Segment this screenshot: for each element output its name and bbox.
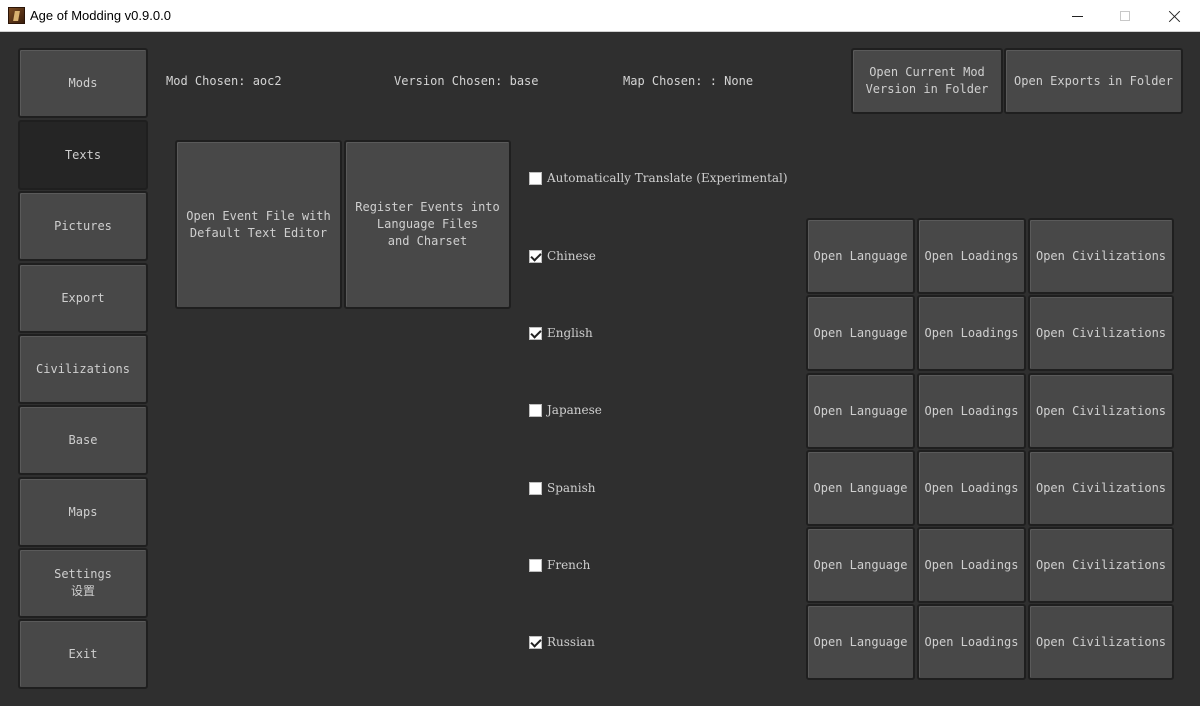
register-events-button[interactable]: Register Events into Language Files and … (344, 140, 511, 309)
sidebar-item-texts[interactable]: Texts (18, 120, 148, 190)
open-civilizations-button[interactable]: Open Civilizations (1028, 527, 1174, 603)
window-title: Age of Modding v0.9.0.0 (30, 8, 171, 23)
language-label: Chinese (547, 249, 596, 263)
language-row-japanese[interactable]: Japanese (529, 403, 602, 417)
auto-translate-label: Automatically Translate (Experimental) (547, 171, 788, 185)
open-language-button[interactable]: Open Language (806, 218, 915, 294)
language-label: Spanish (547, 481, 596, 495)
app-icon (8, 7, 25, 24)
open-event-file-button[interactable]: Open Event File with Default Text Editor (175, 140, 342, 309)
maximize-button[interactable] (1101, 0, 1149, 32)
open-language-button[interactable]: Open Language (806, 450, 915, 526)
open-civilizations-button[interactable]: Open Civilizations (1028, 604, 1174, 680)
sidebar-item-exit[interactable]: Exit (18, 619, 148, 689)
language-checkbox[interactable] (529, 326, 542, 340)
open-civilizations-button[interactable]: Open Civilizations (1028, 373, 1174, 449)
auto-translate-row[interactable]: Automatically Translate (Experimental) (529, 171, 788, 185)
minimize-button[interactable] (1053, 0, 1101, 32)
open-loadings-button[interactable]: Open Loadings (917, 450, 1026, 526)
open-language-button[interactable]: Open Language (806, 604, 915, 680)
auto-translate-checkbox[interactable] (529, 171, 542, 185)
mod-chosen-label: Mod Chosen: aoc2 (166, 74, 282, 88)
sidebar-item-pictures[interactable]: Pictures (18, 191, 148, 261)
open-civilizations-button[interactable]: Open Civilizations (1028, 295, 1174, 371)
open-civilizations-button[interactable]: Open Civilizations (1028, 218, 1174, 294)
language-row-english[interactable]: English (529, 326, 593, 340)
language-checkbox[interactable] (529, 403, 542, 417)
sidebar-item-settings[interactable]: Settings 设置 (18, 548, 148, 618)
maximize-icon (1120, 11, 1130, 21)
open-civilizations-button[interactable]: Open Civilizations (1028, 450, 1174, 526)
language-label: Russian (547, 635, 595, 649)
language-label: French (547, 558, 591, 572)
open-loadings-button[interactable]: Open Loadings (917, 218, 1026, 294)
minimize-icon (1071, 15, 1083, 17)
language-row-russian[interactable]: Russian (529, 635, 595, 649)
map-chosen-label: Map Chosen: : None (623, 74, 754, 88)
language-checkbox[interactable] (529, 635, 542, 649)
sidebar-item-base[interactable]: Base (18, 405, 148, 475)
sidebar-item-export[interactable]: Export (18, 263, 148, 333)
open-language-button[interactable]: Open Language (806, 527, 915, 603)
open-exports-button[interactable]: Open Exports in Folder (1004, 48, 1183, 114)
language-row-french[interactable]: French (529, 558, 590, 572)
language-checkbox[interactable] (529, 558, 542, 572)
title-bar: Age of Modding v0.9.0.0 (0, 0, 1200, 32)
open-language-button[interactable]: Open Language (806, 373, 915, 449)
language-checkbox[interactable] (529, 249, 542, 263)
open-current-mod-button[interactable]: Open Current Mod Version in Folder (851, 48, 1003, 114)
language-row-chinese[interactable]: Chinese (529, 249, 596, 263)
close-button[interactable] (1150, 0, 1198, 32)
close-icon (1168, 10, 1181, 23)
open-loadings-button[interactable]: Open Loadings (917, 373, 1026, 449)
sidebar-item-mods[interactable]: Mods (18, 48, 148, 118)
open-loadings-button[interactable]: Open Loadings (917, 295, 1026, 371)
open-loadings-button[interactable]: Open Loadings (917, 604, 1026, 680)
sidebar-item-maps[interactable]: Maps (18, 477, 148, 547)
version-chosen-label: Version Chosen: base (394, 74, 539, 88)
open-loadings-button[interactable]: Open Loadings (917, 527, 1026, 603)
language-label: English (547, 326, 593, 340)
open-language-button[interactable]: Open Language (806, 295, 915, 371)
language-label: Japanese (547, 403, 602, 417)
language-checkbox[interactable] (529, 481, 542, 495)
language-row-spanish[interactable]: Spanish (529, 481, 596, 495)
sidebar-item-civilizations[interactable]: Civilizations (18, 334, 148, 404)
